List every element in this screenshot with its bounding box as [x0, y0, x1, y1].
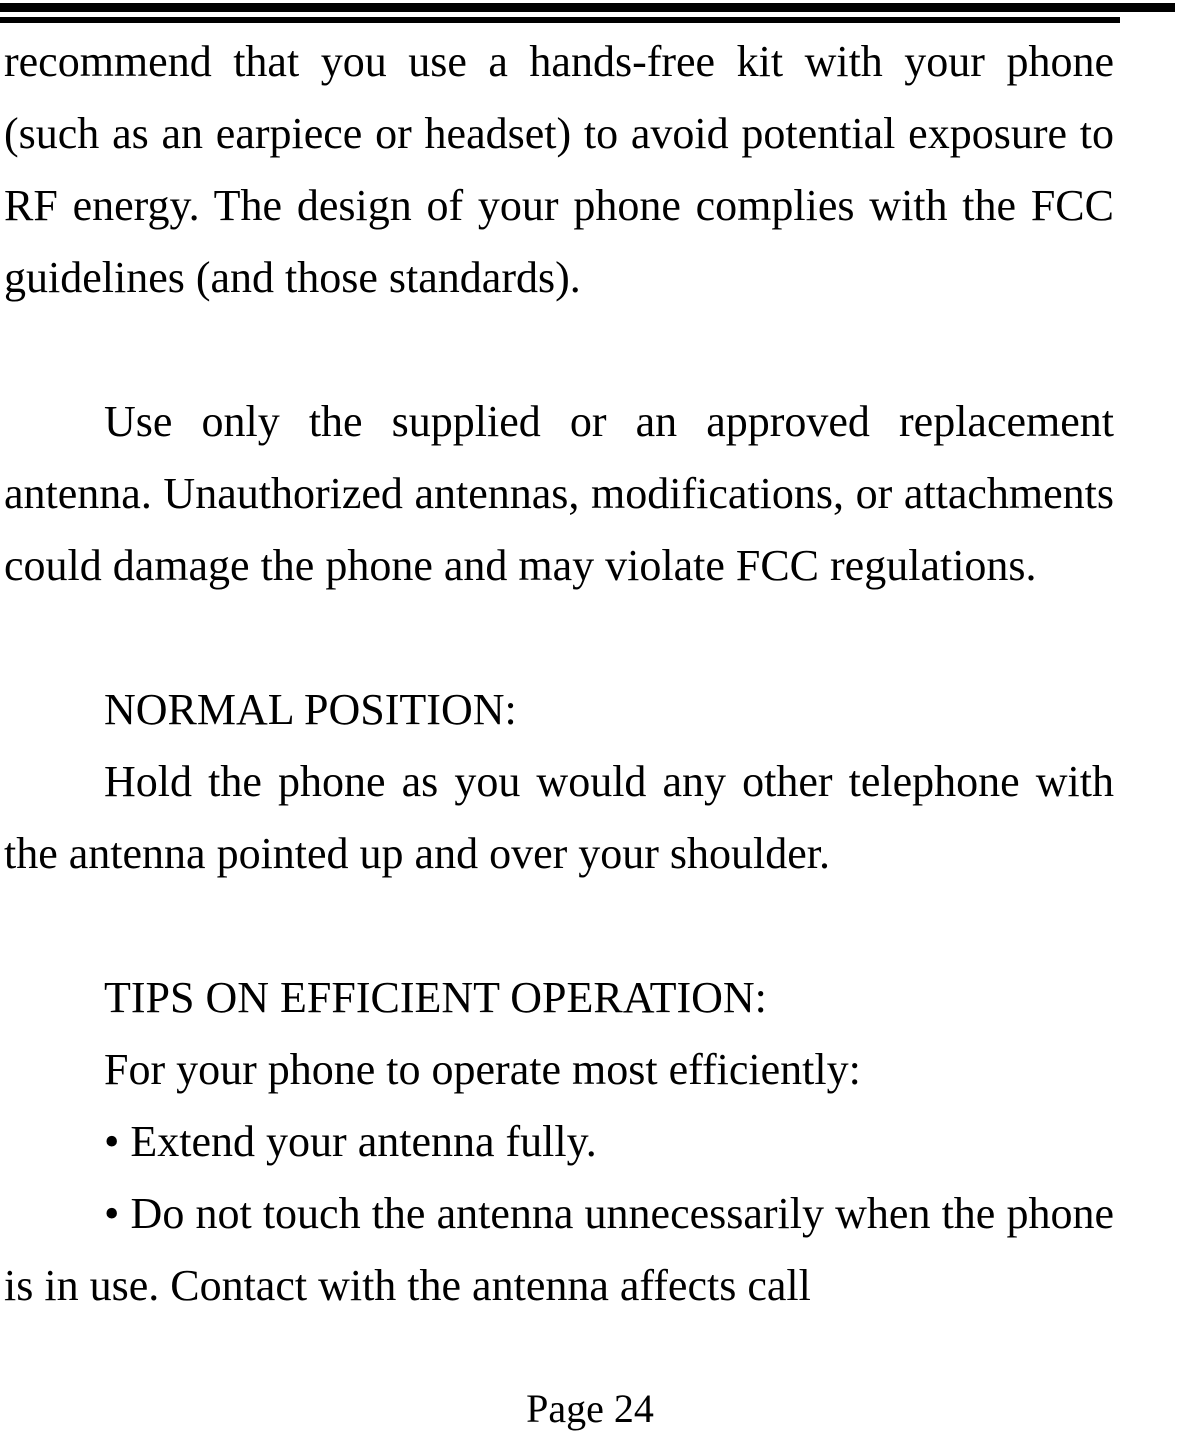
tips-intro-line: For your phone to operate most efficient…: [104, 1045, 861, 1094]
paragraph-spacer-1: [4, 314, 1114, 386]
paragraph-rf-exposure: recommend that you use a hands-free kit …: [4, 37, 1114, 302]
paragraph-antenna-approval: Use only the supplied or an approved rep…: [4, 397, 1114, 590]
heading-normal-position: NORMAL POSITION:: [104, 685, 517, 734]
paragraph-spacer-2: [4, 602, 1114, 674]
list-item-label: Extend your antenna fully.: [130, 1117, 597, 1166]
bullet-marker-icon: •: [104, 1189, 120, 1238]
page-number: Page 24: [526, 1386, 654, 1431]
document-body: recommend that you use a hands-free kit …: [4, 26, 1114, 1322]
document-page: recommend that you use a hands-free kit …: [0, 0, 1180, 1437]
paragraph-hold-phone: Hold the phone as you would any other te…: [4, 757, 1114, 878]
header-rule-thick: [0, 3, 1175, 12]
header-rule-group: [0, 0, 1180, 26]
header-rule-thin: [0, 17, 1120, 23]
page-footer: Page 24: [0, 1385, 1180, 1433]
list-item-label: Do not touch the antenna unnecessarily w…: [4, 1189, 1115, 1310]
bullet-marker-icon: •: [104, 1117, 120, 1166]
list-item: • Do not touch the antenna unnecessarily…: [4, 1178, 1114, 1322]
paragraph-spacer-3: [4, 890, 1114, 962]
heading-tips-efficient-operation: TIPS ON EFFICIENT OPERATION:: [104, 973, 767, 1022]
list-item: • Extend your antenna fully.: [4, 1106, 1114, 1178]
